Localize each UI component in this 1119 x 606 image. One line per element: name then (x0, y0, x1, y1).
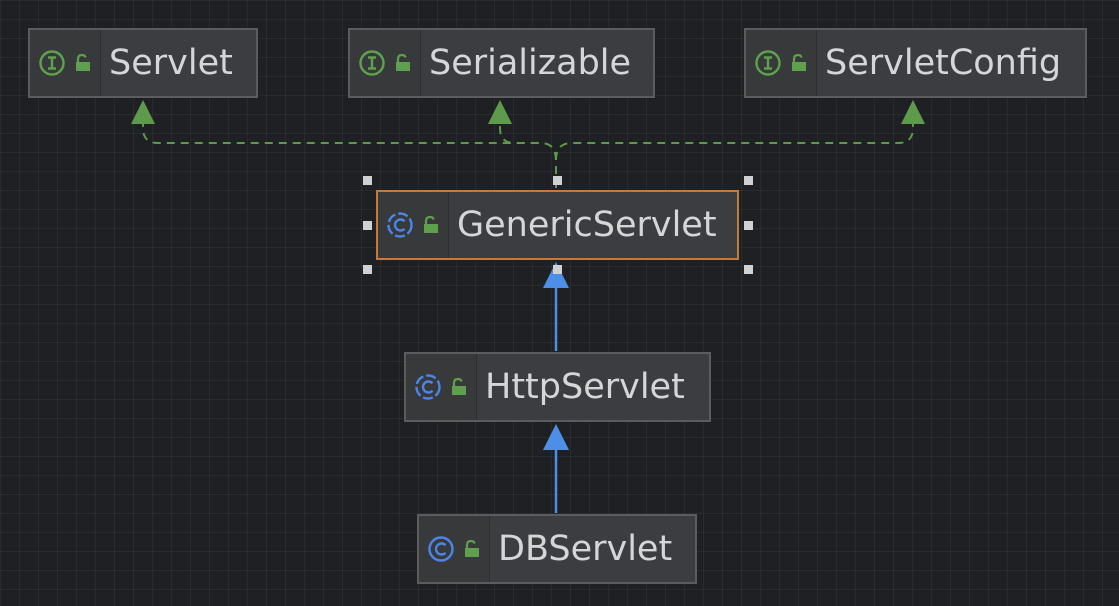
node-genericservlet-icons (378, 192, 449, 258)
selection-handle-bottom-center[interactable] (553, 265, 562, 274)
node-genericservlet[interactable]: GenericServlet (376, 190, 739, 260)
interface-icon (755, 50, 781, 76)
class-icon (428, 536, 454, 562)
node-dbservlet-icons (419, 516, 490, 582)
node-serializable-icons (350, 30, 421, 96)
selection-handle-top-center[interactable] (553, 176, 562, 185)
node-genericservlet-label: GenericServlet (449, 192, 737, 258)
implements-edges (142, 118, 914, 188)
node-httpservlet[interactable]: HttpServlet (404, 352, 711, 422)
arrowhead-httpservlet (543, 424, 569, 450)
node-servletconfig[interactable]: ServletConfig (744, 28, 1087, 98)
class-icon (387, 212, 413, 238)
node-servletconfig-icons (746, 30, 817, 96)
arrowhead-servletconfig (901, 100, 925, 124)
interface-icon (359, 50, 385, 76)
edge-genericservlet-serializable[interactable] (499, 118, 557, 188)
node-servlet[interactable]: Servlet (28, 28, 258, 98)
node-servlet-label: Servlet (101, 30, 256, 96)
selection-handle-top-right[interactable] (744, 176, 753, 185)
edge-genericservlet-servletconfig[interactable] (555, 118, 914, 188)
public-lock-icon (76, 53, 90, 71)
selection-handle-bottom-left[interactable] (363, 265, 372, 274)
implements-arrowheads (131, 100, 925, 124)
selection-handle-top-left[interactable] (363, 176, 372, 185)
node-serializable-label: Serializable (421, 30, 653, 96)
edge-genericservlet-servlet[interactable] (142, 118, 557, 188)
node-dbservlet[interactable]: DBServlet (417, 514, 697, 584)
public-lock-icon (792, 53, 806, 71)
arrowhead-serializable (488, 100, 512, 124)
public-lock-icon (465, 539, 479, 557)
class-icon (415, 374, 441, 400)
node-httpservlet-label: HttpServlet (477, 354, 709, 420)
selection-handle-middle-left[interactable] (363, 221, 372, 230)
public-lock-icon (424, 215, 438, 233)
node-serializable[interactable]: Serializable (348, 28, 655, 98)
node-servlet-icons (30, 30, 101, 96)
public-lock-icon (452, 377, 466, 395)
arrowhead-servlet (131, 100, 155, 124)
node-dbservlet-label: DBServlet (490, 516, 695, 582)
selection-handle-middle-right[interactable] (744, 221, 753, 230)
node-httpservlet-icons (406, 354, 477, 420)
interface-icon (39, 50, 65, 76)
public-lock-icon (396, 53, 410, 71)
selection-handle-bottom-right[interactable] (744, 265, 753, 274)
node-servletconfig-label: ServletConfig (817, 30, 1085, 96)
